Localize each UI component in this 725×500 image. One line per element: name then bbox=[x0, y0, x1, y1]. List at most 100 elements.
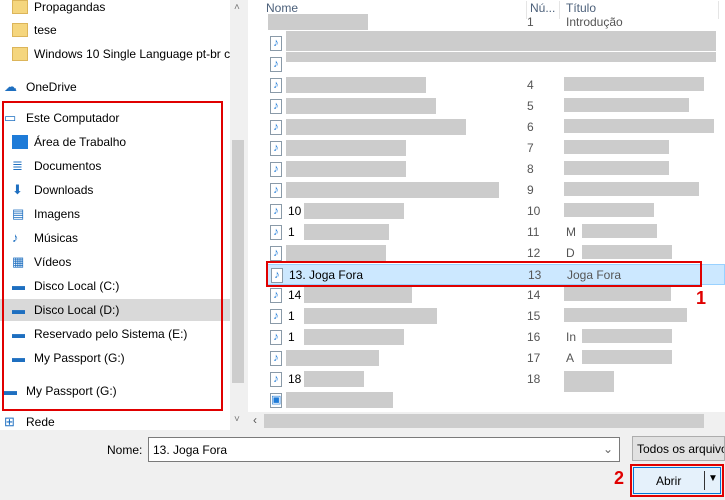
redacted-name bbox=[286, 52, 716, 62]
nav-scrollbar-thumb[interactable] bbox=[232, 140, 244, 383]
redacted-title bbox=[582, 350, 672, 364]
redacted-title bbox=[564, 308, 687, 322]
file-number: 10 bbox=[527, 204, 541, 218]
filename-input[interactable]: 13. Joga Fora ⌄ bbox=[148, 437, 620, 462]
redacted-title bbox=[582, 224, 657, 238]
file-row[interactable]: ♪ 10 10 bbox=[266, 201, 725, 222]
redacted-title bbox=[564, 203, 654, 217]
image-file-icon: ▣ bbox=[270, 393, 282, 408]
redacted-name bbox=[304, 287, 412, 303]
step-2-label: 2 bbox=[614, 468, 625, 488]
file-title: M bbox=[566, 225, 576, 239]
redacted-name bbox=[286, 161, 406, 177]
redacted-name bbox=[286, 182, 499, 198]
redacted-name bbox=[286, 31, 716, 51]
file-number: 18 bbox=[527, 372, 541, 386]
nav-item[interactable]: tese bbox=[0, 19, 230, 41]
music-file-icon: ♪ bbox=[270, 246, 282, 261]
scroll-up-icon[interactable]: ˄ bbox=[234, 2, 240, 13]
file-number: 1 bbox=[527, 15, 534, 29]
redacted-title bbox=[564, 77, 704, 91]
music-file-icon: ♪ bbox=[270, 57, 282, 72]
nav-item[interactable]: ☁ OneDrive bbox=[0, 76, 230, 98]
file-name: 18 bbox=[288, 372, 302, 386]
scroll-left-icon[interactable]: ‹ bbox=[253, 413, 257, 427]
music-file-icon: ♪ bbox=[270, 183, 282, 198]
file-number: 4 bbox=[527, 78, 534, 92]
file-row[interactable]: ♪ 1 16 In bbox=[266, 327, 725, 348]
redacted-name bbox=[304, 371, 364, 387]
file-number: 6 bbox=[527, 120, 534, 134]
file-row[interactable]: ♪ 18 18 bbox=[266, 369, 725, 392]
filename-value: 13. Joga Fora bbox=[153, 443, 228, 457]
highlight-box-drives bbox=[2, 101, 223, 411]
redacted-name bbox=[304, 329, 404, 345]
redacted-title bbox=[564, 119, 714, 133]
music-file-icon: ♪ bbox=[270, 309, 282, 324]
nav-item[interactable]: ⊞ Rede bbox=[0, 411, 230, 433]
file-number: 14 bbox=[527, 288, 541, 302]
music-file-icon: ♪ bbox=[270, 372, 282, 387]
file-row[interactable]: ♪ bbox=[266, 52, 725, 75]
music-file-icon: ♪ bbox=[270, 330, 282, 345]
music-file-icon: ♪ bbox=[270, 36, 282, 51]
redacted-name bbox=[304, 224, 389, 240]
redacted-name bbox=[286, 392, 393, 408]
redacted-title bbox=[564, 371, 614, 392]
file-row[interactable]: ♪ bbox=[266, 31, 725, 54]
redacted-name bbox=[286, 98, 436, 114]
file-row[interactable]: ♪ 14 14 bbox=[266, 285, 725, 306]
redacted-name bbox=[286, 77, 426, 93]
redacted-title bbox=[582, 245, 672, 259]
file-title: D bbox=[566, 246, 575, 260]
file-row[interactable]: ♪ 1 11 M bbox=[266, 222, 725, 243]
file-row[interactable]: ♪ 17 A bbox=[266, 348, 725, 369]
file-row[interactable]: ♪ 4 bbox=[266, 75, 725, 96]
file-number: 8 bbox=[527, 162, 534, 176]
redacted-title bbox=[564, 287, 671, 301]
music-file-icon: ♪ bbox=[270, 288, 282, 303]
open-button[interactable]: Abrir ▼ bbox=[633, 467, 721, 494]
horizontal-scrollbar-thumb[interactable] bbox=[264, 414, 704, 428]
file-name: 1 bbox=[288, 309, 295, 323]
music-file-icon: ♪ bbox=[270, 225, 282, 240]
file-number: 9 bbox=[527, 183, 534, 197]
file-row[interactable]: 1 Introdução bbox=[266, 12, 725, 33]
file-number: 5 bbox=[527, 99, 534, 113]
dropdown-arrow-icon[interactable]: ▼ bbox=[708, 473, 718, 484]
nav-item[interactable]: Propagandas bbox=[0, 0, 230, 18]
file-row[interactable]: ♪ 1 15 bbox=[266, 306, 725, 327]
redacted-name bbox=[304, 308, 437, 324]
file-row[interactable]: ♪ 7 bbox=[266, 138, 725, 159]
file-row[interactable]: ♪ 9 bbox=[266, 180, 725, 201]
file-name: 10 bbox=[288, 204, 302, 218]
file-type-filter-value: Todos os arquivo bbox=[637, 442, 725, 456]
file-row[interactable]: ♪ 5 bbox=[266, 96, 725, 117]
redacted-name bbox=[286, 140, 406, 156]
redacted-title bbox=[564, 182, 699, 196]
file-name: 1 bbox=[288, 330, 295, 344]
file-row[interactable]: ♪ 6 bbox=[266, 117, 725, 138]
nav-item[interactable]: Windows 10 Single Language pt-br co bbox=[0, 43, 230, 65]
nav-item-label: tese bbox=[34, 23, 57, 37]
file-row[interactable]: ♪ 8 bbox=[266, 159, 725, 180]
redacted-name bbox=[304, 203, 404, 219]
file-row[interactable]: ▣ bbox=[266, 390, 725, 411]
network-icon: ⊞ bbox=[4, 414, 15, 429]
music-file-icon: ♪ bbox=[270, 78, 282, 93]
redacted-name bbox=[268, 14, 368, 30]
chevron-down-icon[interactable]: ⌄ bbox=[603, 442, 613, 456]
scroll-down-icon[interactable]: ˅ bbox=[234, 414, 240, 425]
redacted-title bbox=[582, 329, 672, 343]
file-number: 11 bbox=[527, 225, 540, 239]
folder-icon bbox=[12, 23, 28, 37]
file-list: Nome Nú... Título 1 Introdução ♪ ♪ ♪ 4 ♪ 5 ♪ 6 ♪ 7 ♪… bbox=[248, 0, 725, 430]
file-number: 17 bbox=[527, 351, 541, 365]
file-title: Introdução bbox=[566, 15, 623, 29]
file-type-filter[interactable]: Todos os arquivo bbox=[632, 436, 725, 461]
music-file-icon: ♪ bbox=[270, 120, 282, 135]
horizontal-scrollbar[interactable]: ‹ bbox=[248, 412, 725, 430]
music-file-icon: ♪ bbox=[270, 141, 282, 156]
nav-item-label: Rede bbox=[26, 415, 55, 429]
file-number: 16 bbox=[527, 330, 541, 344]
